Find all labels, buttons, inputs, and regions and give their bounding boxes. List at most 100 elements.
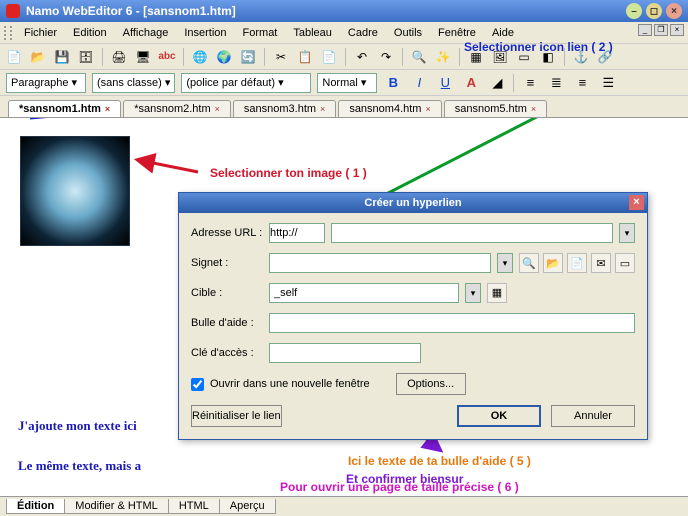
annotation-5: Ici le texte de ta bulle d'aide ( 5 ) (348, 454, 531, 468)
signet-input[interactable] (269, 253, 491, 273)
align-right-button[interactable]: ≡ (572, 73, 592, 93)
wizard-icon[interactable]: ✨ (433, 47, 453, 67)
app-icon (6, 4, 20, 18)
paste-icon[interactable]: 📄 (319, 47, 339, 67)
spellcheck-icon[interactable]: abc (157, 47, 177, 67)
undo-icon[interactable]: ↶ (352, 47, 372, 67)
newwindow-label: Ouvrir dans une nouvelle fenêtre (210, 378, 370, 390)
ok-button[interactable]: OK (457, 405, 541, 427)
browse-folder-icon[interactable]: 🔍 (519, 253, 539, 273)
selected-image[interactable] (20, 136, 130, 246)
bold-button[interactable]: B (383, 73, 403, 93)
save-icon[interactable]: 💾 (52, 47, 72, 67)
view-tab-html[interactable]: HTML (168, 499, 220, 514)
refresh-icon[interactable]: 🔄 (238, 47, 258, 67)
align-left-button[interactable]: ≡ (520, 73, 540, 93)
menu-tableau[interactable]: Tableau (285, 25, 340, 41)
view-tabbar: Édition Modifier & HTML HTML Aperçu (0, 496, 688, 516)
class-combo[interactable]: (sans classe) ▾ (92, 73, 175, 93)
url-input[interactable] (331, 223, 613, 243)
cancel-button[interactable]: Annuler (551, 405, 635, 427)
view-tab-apercu[interactable]: Aperçu (219, 499, 276, 514)
layer-icon[interactable]: ◧ (538, 47, 558, 67)
close-icon[interactable]: × (215, 104, 220, 114)
document-text-1[interactable]: J'ajoute mon texte ici (18, 418, 137, 434)
font-color-button[interactable]: A (461, 73, 481, 93)
list-button[interactable]: ☰ (598, 73, 618, 93)
mdi-close[interactable]: × (670, 24, 684, 36)
close-icon[interactable]: × (531, 104, 536, 114)
globe-icon[interactable]: 🌐 (190, 47, 210, 67)
close-icon[interactable]: × (105, 104, 110, 114)
reset-link-button[interactable]: Réinitialiser le lien (191, 405, 282, 427)
italic-button[interactable]: I (409, 73, 429, 93)
underline-button[interactable]: U (435, 73, 455, 93)
newwindow-checkbox[interactable] (191, 378, 204, 391)
menu-fichier[interactable]: Fichier (16, 25, 65, 41)
browse-file-icon[interactable]: 📂 (543, 253, 563, 273)
menu-edition[interactable]: Edition (65, 25, 115, 41)
cible-picker-icon[interactable]: ▦ (487, 283, 507, 303)
style-combo[interactable]: Normal ▾ (317, 73, 377, 93)
menu-insertion[interactable]: Insertion (176, 25, 234, 41)
menu-outils[interactable]: Outils (386, 25, 430, 41)
font-combo[interactable]: (police par défaut) ▾ (181, 73, 311, 93)
menu-affichage[interactable]: Affichage (115, 25, 177, 41)
link-icon[interactable]: 🔗 (595, 47, 615, 67)
document-text-2[interactable]: Le même texte, mais a (18, 458, 141, 474)
redo-icon[interactable]: ↷ (376, 47, 396, 67)
options-button[interactable]: Options... (396, 373, 466, 395)
cle-input[interactable] (269, 343, 421, 363)
menu-format[interactable]: Format (235, 25, 286, 41)
print-icon[interactable]: 🖨 (109, 47, 129, 67)
preview-icon[interactable]: 🖥 (133, 47, 153, 67)
cible-input[interactable] (269, 283, 459, 303)
signet-label: Signet : (191, 257, 263, 269)
mdi-restore[interactable]: ❐ (654, 24, 668, 36)
align-center-button[interactable]: ≣ (546, 73, 566, 93)
anchor-icon[interactable]: ⚓ (571, 47, 591, 67)
save-all-icon[interactable]: 🗄 (76, 47, 96, 67)
menu-aide[interactable]: Aide (484, 25, 522, 41)
menu-fenetre[interactable]: Fenêtre (430, 25, 484, 41)
doc-tab-3[interactable]: sansnom3.htm× (233, 100, 336, 117)
browse-mail-icon[interactable]: ✉ (591, 253, 611, 273)
menu-cadre[interactable]: Cadre (340, 25, 386, 41)
mdi-min[interactable]: _ (638, 24, 652, 36)
maximize-button[interactable]: ◻ (646, 3, 662, 19)
url-dropdown[interactable]: ▾ (619, 223, 635, 243)
paragraph-combo[interactable]: Paragraphe ▾ (6, 73, 86, 93)
publish-icon[interactable]: 🌍 (214, 47, 234, 67)
dialog-close-button[interactable]: × (629, 195, 644, 210)
minimize-button[interactable]: – (626, 3, 642, 19)
view-tab-edition[interactable]: Édition (6, 499, 65, 514)
copy-icon[interactable]: 📋 (295, 47, 315, 67)
browse-target-icon[interactable]: ▭ (615, 253, 635, 273)
doc-tab-1[interactable]: *sansnom1.htm× (8, 100, 121, 117)
mdi-controls: _ ❐ × (638, 24, 684, 36)
main-toolbar: 📄 📂 💾 🗄 🖨 🖥 abc 🌐 🌍 🔄 ✂ 📋 📄 ↶ ↷ 🔍 ✨ ▦ 🖼 … (0, 44, 688, 70)
browse-doc-icon[interactable]: 📄 (567, 253, 587, 273)
close-button[interactable]: × (666, 3, 682, 19)
open-icon[interactable]: 📂 (28, 47, 48, 67)
form-icon[interactable]: ▭ (514, 47, 534, 67)
image-icon[interactable]: 🖼 (490, 47, 510, 67)
protocol-combo[interactable] (269, 223, 325, 243)
close-icon[interactable]: × (425, 104, 430, 114)
new-file-icon[interactable]: 📄 (4, 47, 24, 67)
bulle-input[interactable] (269, 313, 635, 333)
signet-dropdown[interactable]: ▾ (497, 253, 513, 273)
view-tab-modifier-html[interactable]: Modifier & HTML (64, 499, 169, 514)
cut-icon[interactable]: ✂ (271, 47, 291, 67)
format-toolbar: Paragraphe ▾ (sans classe) ▾ (police par… (0, 70, 688, 96)
cible-dropdown[interactable]: ▾ (465, 283, 481, 303)
doc-tab-4[interactable]: sansnom4.htm× (338, 100, 441, 117)
cible-label: Cible : (191, 287, 263, 299)
doc-tab-5[interactable]: sansnom5.htm× (444, 100, 547, 117)
doc-tab-2[interactable]: *sansnom2.htm× (123, 100, 231, 117)
table-icon[interactable]: ▦ (466, 47, 486, 67)
find-icon[interactable]: 🔍 (409, 47, 429, 67)
close-icon[interactable]: × (320, 104, 325, 114)
dialog-titlebar[interactable]: Créer un hyperlien × (179, 193, 647, 213)
highlight-button[interactable]: ◢ (487, 73, 507, 93)
